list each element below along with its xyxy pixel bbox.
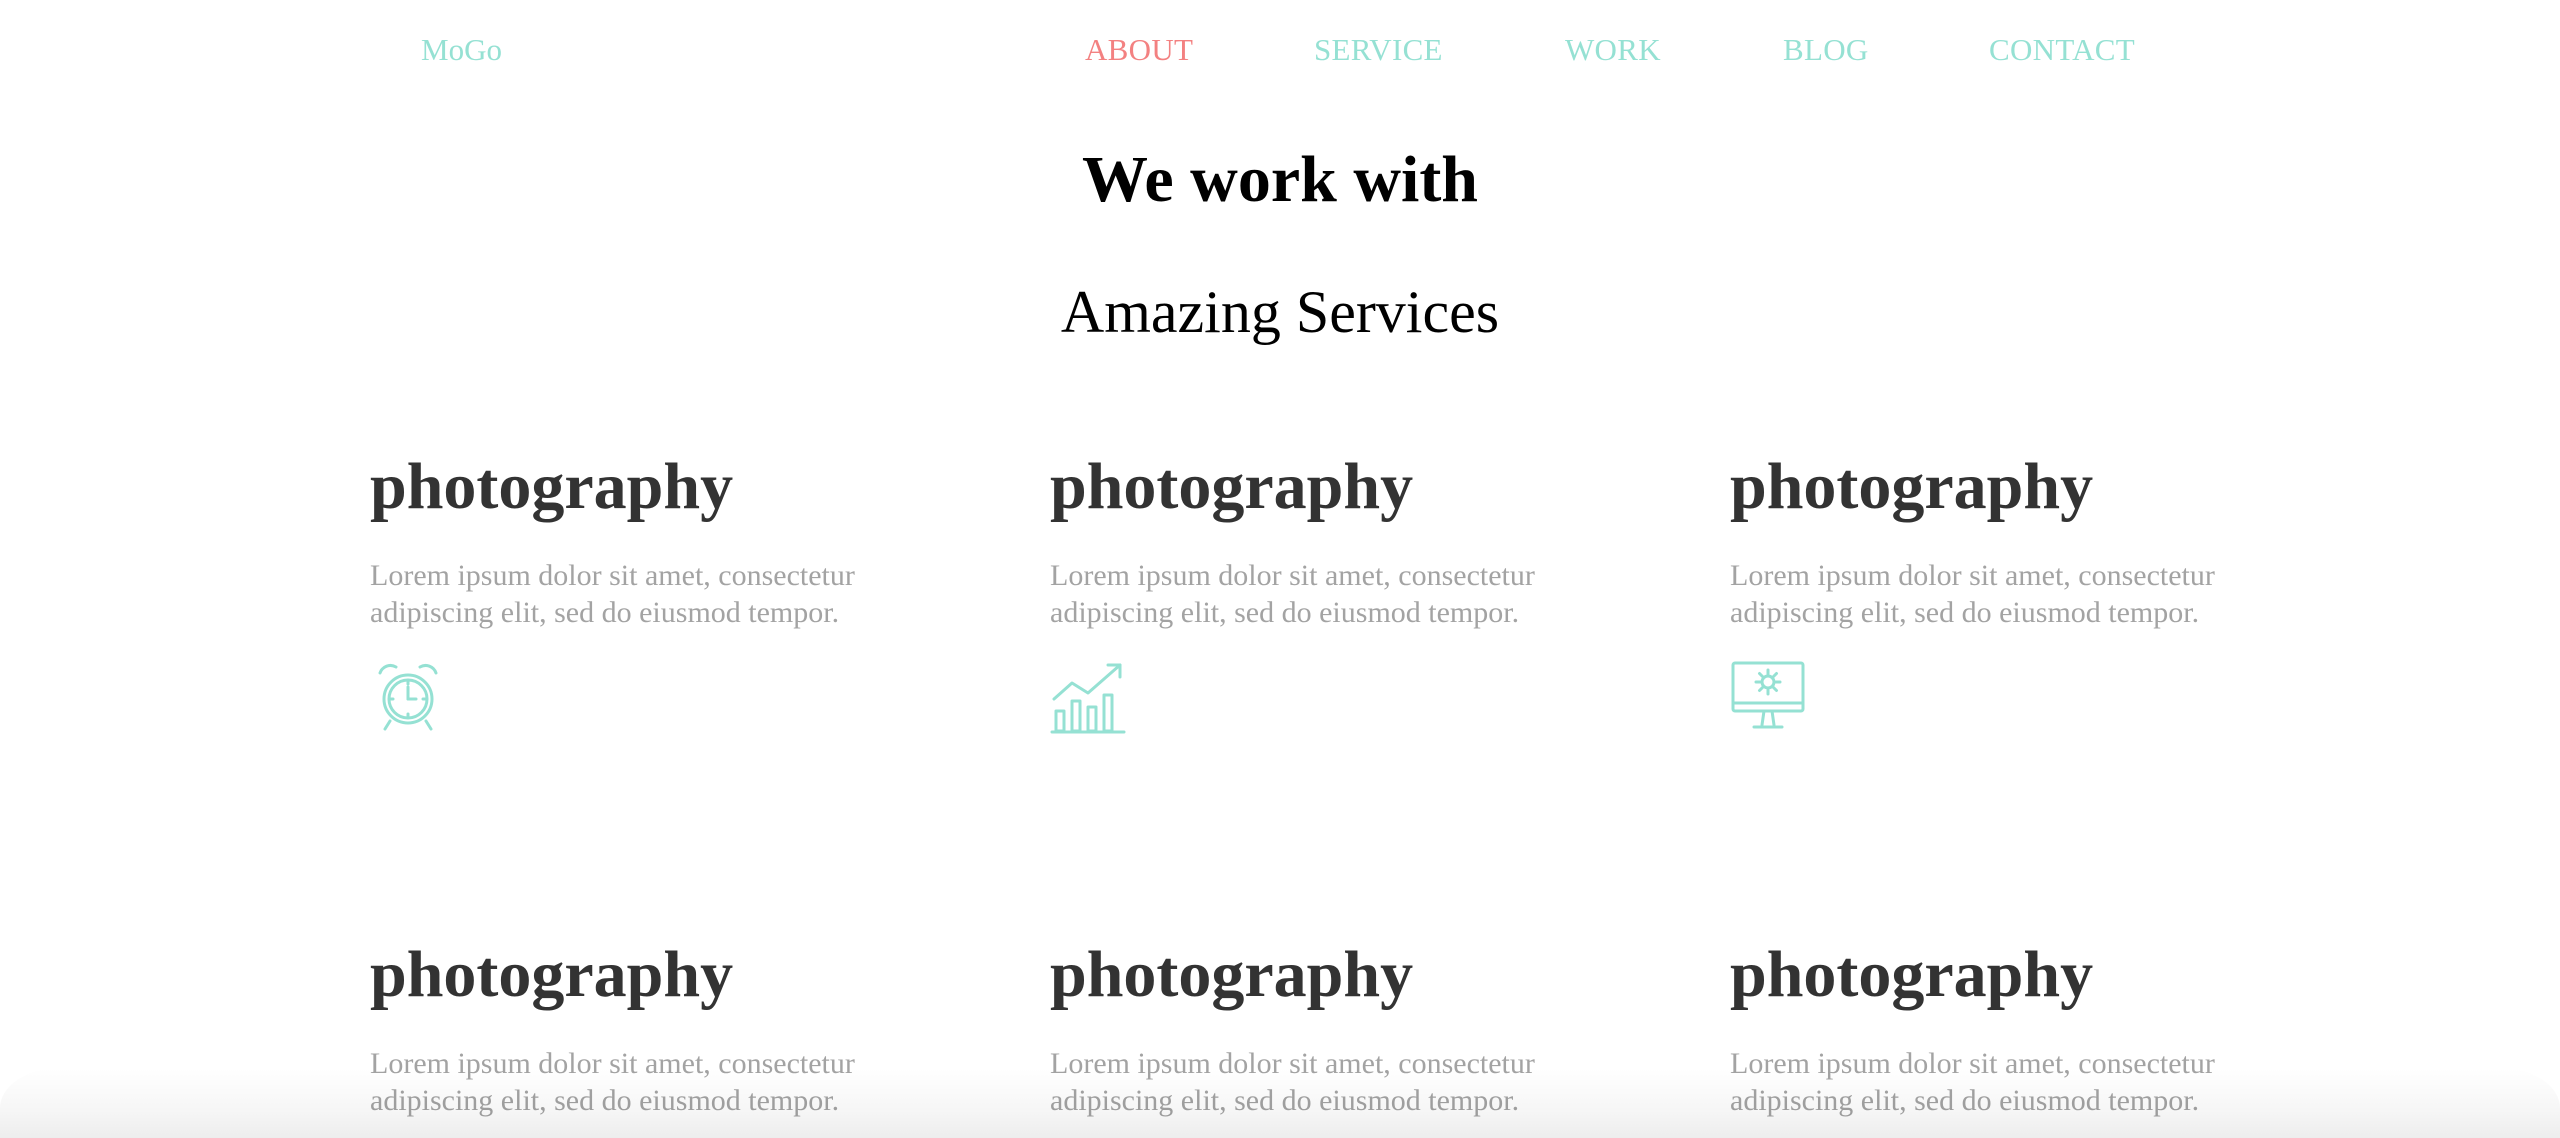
service-description: Lorem ipsum dolor sit amet, consectetur … [1050,559,1535,629]
site-header: MoGo ABOUT SERVICE WORK BLOG CONTACT [0,0,2560,100]
service-card: photography Lorem ipsum dolor sit amet, … [1050,935,1650,1117]
nav-blog[interactable]: BLOG [1783,30,1869,70]
section-subtitle: Amazing Services [1060,279,1500,345]
nav-about[interactable]: ABOUT [1085,30,1193,70]
service-title: photography [1730,938,2094,1011]
service-description: Lorem ipsum dolor sit amet, consectetur … [1730,559,2215,629]
nav-contact[interactable]: CONTACT [1989,30,2135,70]
logo-link[interactable]: MoGo [421,30,502,70]
nav-service[interactable]: SERVICE [1314,30,1443,70]
service-card: photography Lorem ipsum dolor sit amet, … [1730,447,2330,729]
service-title: photography [370,450,734,523]
monitor-gear-icon [1730,659,1806,735]
nav-work[interactable]: WORK [1565,30,1661,70]
service-title: photography [1050,938,1414,1011]
service-title: photography [370,938,734,1011]
service-description: Lorem ipsum dolor sit amet, consectetur … [1730,1047,2215,1117]
service-description: Lorem ipsum dolor sit amet, consectetur … [370,559,855,629]
service-card: photography Lorem ipsum dolor sit amet, … [1050,447,1650,734]
service-card: photography Lorem ipsum dolor sit amet, … [1730,935,2330,1117]
growth-chart-icon [1050,659,1126,735]
service-card: photography Lorem ipsum dolor sit amet, … [370,447,970,731]
service-description: Lorem ipsum dolor sit amet, consectetur … [370,1047,855,1117]
service-card: photography Lorem ipsum dolor sit amet, … [370,935,970,1117]
service-title: photography [1730,450,2094,523]
service-description: Lorem ipsum dolor sit amet, consectetur … [1050,1047,1535,1117]
page: MoGo ABOUT SERVICE WORK BLOG CONTACT We … [0,0,2560,1138]
alarm-clock-icon [370,659,446,735]
section-title: We work with [1082,143,1478,216]
service-title: photography [1050,450,1414,523]
